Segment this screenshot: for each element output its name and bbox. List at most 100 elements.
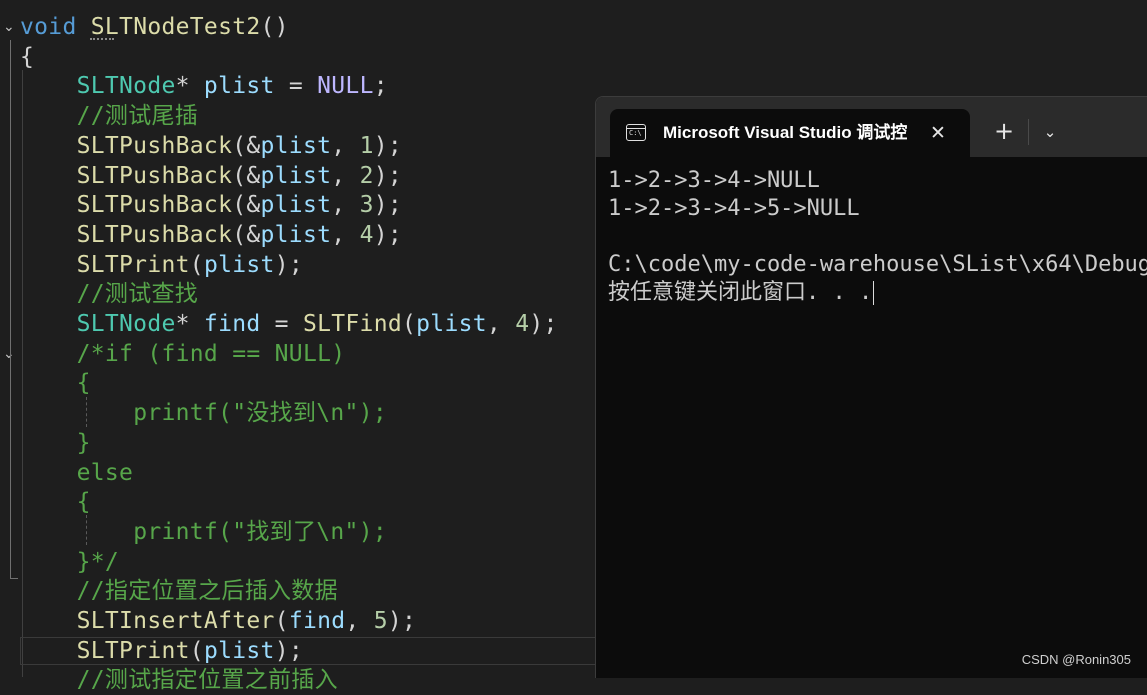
- output-line: 按任意键关闭此窗口. . .: [608, 279, 1147, 307]
- code-token: else: [76, 459, 134, 486]
- output-line: 1->2->3->4->NULL: [608, 168, 820, 193]
- code-line[interactable]: SLTInsertAfter(find, 5);: [20, 606, 416, 636]
- new-tab-icon[interactable]: +: [992, 119, 1016, 143]
- terminal-icon: C:\: [626, 124, 646, 141]
- code-token: (&: [232, 132, 261, 159]
- code-line[interactable]: else: [20, 458, 133, 488]
- console-output[interactable]: 1->2->3->4->NULL 1->2->3->4->5->NULL C:\…: [608, 167, 1147, 307]
- code-line[interactable]: //测试指定位置之前插入: [20, 665, 338, 695]
- code-token: SLTNode: [76, 311, 176, 337]
- code-line[interactable]: //测试查找: [20, 279, 198, 309]
- code-token: =: [260, 311, 303, 337]
- code-token: );: [373, 132, 403, 159]
- code-token: =: [274, 73, 318, 100]
- code-line[interactable]: printf("找到了\n");: [20, 517, 387, 547]
- code-token: SLTPushBack: [76, 162, 233, 189]
- code-token: ,: [331, 132, 360, 159]
- code-line[interactable]: void SLTNodeTest2(): [20, 12, 289, 42]
- code-line[interactable]: SLTPushBack(&plist, 3);: [20, 190, 402, 220]
- code-line[interactable]: //指定位置之后插入数据: [20, 576, 338, 606]
- tab-title: Microsoft Visual Studio 调试控制台: [663, 123, 907, 142]
- code-line[interactable]: }*/: [20, 547, 119, 577]
- code-token: *: [175, 73, 204, 100]
- text-cursor: [873, 281, 875, 305]
- code-line[interactable]: SLTNode* plist = NULL;: [20, 71, 388, 101]
- code-token: 5: [373, 608, 388, 634]
- code-token: //测试尾插: [76, 103, 199, 130]
- dropdown-chevron-icon[interactable]: ⌄: [1038, 121, 1062, 143]
- console-window[interactable]: C:\ Microsoft Visual Studio 调试控制台 ✕ + ⌄ …: [595, 96, 1147, 678]
- code-token: plist: [203, 637, 275, 664]
- code-token: SLTPrint: [76, 637, 190, 664]
- code-token: find: [288, 608, 346, 634]
- code-token: SLTPushBack: [76, 221, 233, 248]
- code-token: //测试指定位置之前插入: [76, 667, 338, 694]
- code-line[interactable]: /*if (find == NULL): [20, 339, 345, 369]
- code-token: {: [20, 43, 35, 70]
- title-bar[interactable]: C:\ Microsoft Visual Studio 调试控制台 ✕ + ⌄: [596, 97, 1147, 157]
- code-token: ;: [373, 73, 388, 100]
- code-token: plist: [260, 221, 332, 248]
- code-token: SLTPrint: [76, 251, 190, 278]
- fold-chevron-icon[interactable]: ⌄: [3, 20, 17, 34]
- code-token: printf("找到了\n");: [133, 518, 388, 545]
- code-token: ,: [486, 311, 516, 337]
- code-token: printf("没找到\n");: [133, 400, 388, 427]
- code-token: //测试查找: [76, 281, 199, 308]
- code-line[interactable]: SLTPrint(plist);: [20, 636, 303, 666]
- code-line[interactable]: {: [20, 368, 91, 398]
- code-line[interactable]: SLTNode* find = SLTFind(plist, 4);: [20, 309, 558, 339]
- code-token: );: [529, 311, 558, 337]
- close-tab-icon[interactable]: ✕: [926, 121, 950, 145]
- code-token: 4: [515, 311, 530, 337]
- code-token: (: [402, 311, 417, 337]
- outline-guide-end: [10, 578, 18, 579]
- code-token: plist: [260, 132, 332, 159]
- code-token: (&: [232, 192, 261, 219]
- titlebar-divider: [1028, 119, 1029, 145]
- terminal-tab[interactable]: C:\ Microsoft Visual Studio 调试控制台 ✕: [610, 109, 970, 157]
- code-token: ,: [345, 608, 374, 634]
- code-token: {: [76, 489, 91, 516]
- code-token: }*/: [76, 548, 120, 575]
- code-token: plist: [203, 251, 275, 278]
- code-token: );: [274, 251, 303, 278]
- code-line[interactable]: //测试尾插: [20, 101, 198, 131]
- code-token: ,: [331, 221, 360, 248]
- code-line[interactable]: SLTPushBack(&plist, 2);: [20, 161, 402, 191]
- code-token: {: [76, 370, 91, 397]
- code-token: (: [189, 251, 204, 278]
- code-token: void: [20, 14, 77, 40]
- code-token: (&: [232, 221, 261, 248]
- code-line[interactable]: {: [20, 42, 34, 72]
- code-token: plist: [416, 311, 487, 337]
- code-line[interactable]: }: [20, 428, 91, 458]
- code-line[interactable]: SLTPushBack(&plist, 4);: [20, 220, 402, 250]
- code-token: SLTNode: [76, 73, 176, 100]
- code-token: ,: [331, 192, 360, 219]
- code-token: );: [373, 221, 403, 248]
- code-token: (: [274, 608, 289, 634]
- code-token: );: [373, 162, 403, 189]
- code-token: plist: [260, 162, 332, 189]
- code-token: }: [76, 429, 91, 456]
- code-line[interactable]: SLTPushBack(&plist, 1);: [20, 131, 402, 161]
- code-line[interactable]: printf("没找到\n");: [20, 398, 387, 428]
- code-line[interactable]: SLTPrint(plist);: [20, 250, 303, 280]
- code-token: 3: [359, 192, 374, 219]
- code-line[interactable]: {: [20, 487, 91, 517]
